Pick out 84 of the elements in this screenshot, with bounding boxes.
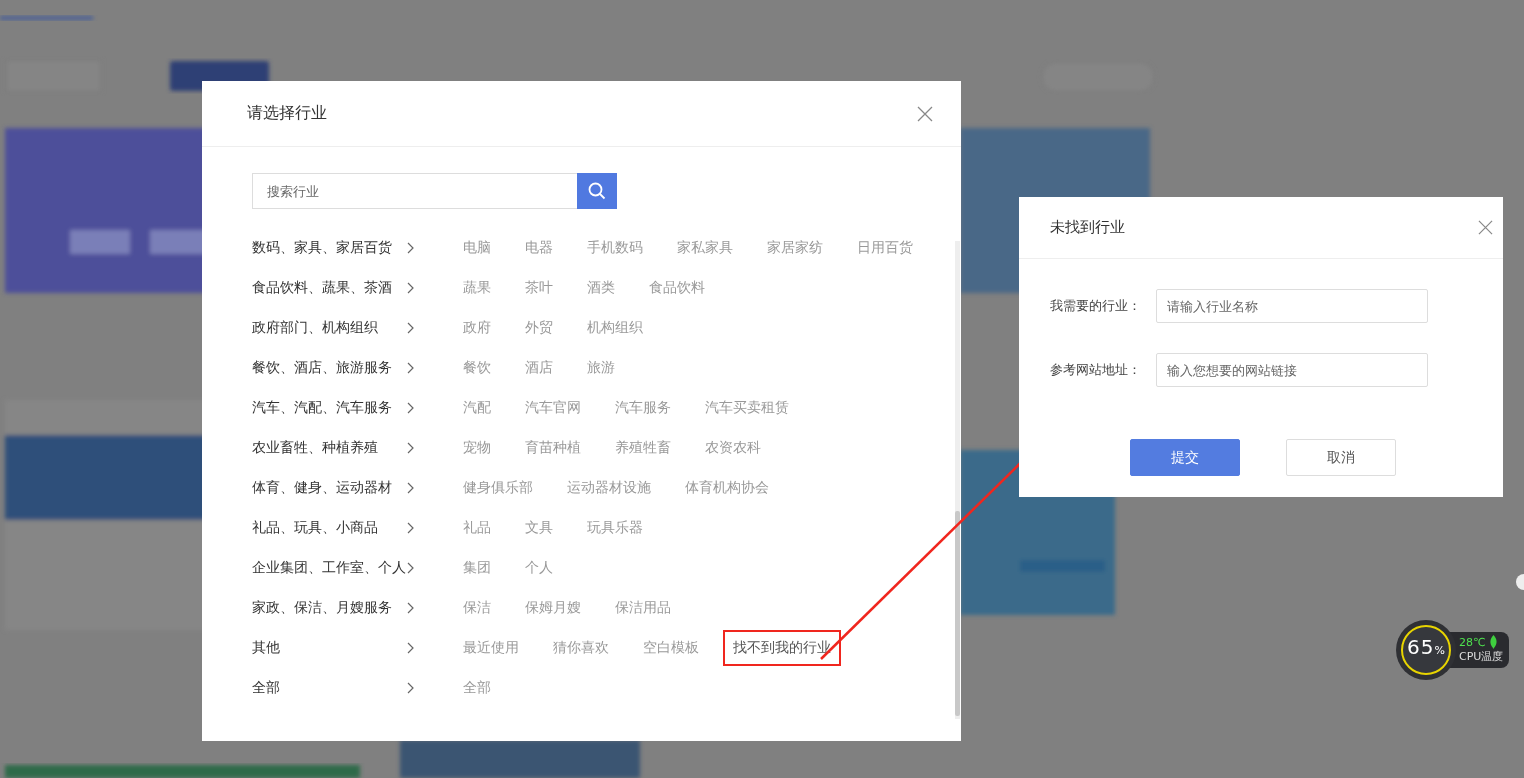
- usage-unit: %: [1434, 644, 1445, 657]
- close-icon[interactable]: [917, 105, 933, 122]
- industry-item[interactable]: 汽车服务: [605, 390, 681, 426]
- cancel-button[interactable]: 取消: [1286, 439, 1396, 476]
- chevron-icon: [407, 642, 414, 654]
- industry-item[interactable]: 酒店: [515, 350, 563, 386]
- search-button[interactable]: [577, 173, 617, 209]
- temperature-value: 28℃: [1459, 635, 1486, 649]
- industry-item[interactable]: 日用百货: [847, 230, 923, 266]
- submit-button[interactable]: 提交: [1130, 439, 1240, 476]
- industry-item[interactable]: 酒类: [577, 270, 625, 306]
- industry-item[interactable]: 养殖牲畜: [605, 430, 681, 466]
- temperature-caption: CPU温度: [1459, 649, 1504, 664]
- chevron-icon: [407, 402, 414, 414]
- industry-item[interactable]: 手机数码: [577, 230, 653, 266]
- field-label: 参考网站地址：: [1050, 361, 1142, 379]
- industry-item[interactable]: 电器: [515, 230, 563, 266]
- category-item[interactable]: 全部: [252, 679, 407, 697]
- industry-item[interactable]: 机构组织: [577, 310, 653, 346]
- industry-item[interactable]: 集团: [453, 550, 501, 586]
- industry-item[interactable]: 食品饮料: [639, 270, 715, 306]
- industry-item[interactable]: 餐饮: [453, 350, 501, 386]
- industry-item[interactable]: 猜你喜欢: [543, 630, 619, 666]
- modal-title: 请选择行业: [247, 103, 327, 124]
- chevron-icon: [407, 682, 414, 694]
- close-icon[interactable]: [1478, 220, 1493, 235]
- industry-item[interactable]: 旅游: [577, 350, 625, 386]
- chevron-icon: [407, 282, 414, 294]
- industry-item[interactable]: 家居家纺: [757, 230, 833, 266]
- scrollbar-thumb[interactable]: [955, 511, 960, 716]
- chevron-icon: [407, 602, 414, 614]
- industry-item[interactable]: 育苗种植: [515, 430, 591, 466]
- industry-item[interactable]: 最近使用: [453, 630, 529, 666]
- industry-item[interactable]: 汽车买卖租赁: [695, 390, 799, 426]
- category-item[interactable]: 企业集团、工作室、个人: [252, 559, 407, 577]
- industry-item[interactable]: 空白模板: [633, 630, 709, 666]
- category-item[interactable]: 数码、家具、家居百货: [252, 239, 407, 257]
- industry-item[interactable]: 政府: [453, 310, 501, 346]
- chevron-icon: [407, 362, 414, 374]
- search-field[interactable]: 搜索行业: [252, 173, 577, 209]
- industry-item[interactable]: 体育机构协会: [675, 470, 779, 506]
- industry-item[interactable]: 茶叶: [515, 270, 563, 306]
- input-field[interactable]: 请输入行业名称: [1156, 289, 1428, 323]
- industry-item[interactable]: 汽车官网: [515, 390, 591, 426]
- category-item[interactable]: 农业畜牲、种植养殖: [252, 439, 407, 457]
- chevron-icon: [407, 442, 414, 454]
- chevron-icon: [407, 242, 414, 254]
- industry-item[interactable]: 保洁: [453, 590, 501, 626]
- industry-item[interactable]: 家私家具: [667, 230, 743, 266]
- industry-item[interactable]: 全部: [453, 670, 501, 706]
- category-item[interactable]: 体育、健身、运动器材: [252, 479, 407, 497]
- category-item[interactable]: 其他: [252, 639, 407, 657]
- chevron-icon: [407, 562, 414, 574]
- industry-item[interactable]: 保姆月嫂: [515, 590, 591, 626]
- chevron-icon: [407, 322, 414, 334]
- industry-item[interactable]: 运动器材设施: [557, 470, 661, 506]
- search-icon: [588, 182, 606, 200]
- industry-item[interactable]: 玩具乐器: [577, 510, 653, 546]
- industry-item[interactable]: 电脑: [453, 230, 501, 266]
- category-item[interactable]: 汽车、汽配、汽车服务: [252, 399, 407, 417]
- chevron-icon: [407, 482, 414, 494]
- side-handle[interactable]: [1516, 574, 1524, 590]
- category-item[interactable]: 食品饮料、蔬果、茶酒: [252, 279, 407, 297]
- industry-item[interactable]: 个人: [515, 550, 563, 586]
- dialog-title: 未找到行业: [1050, 218, 1125, 237]
- industry-item[interactable]: 保洁用品: [605, 590, 681, 626]
- industry-item[interactable]: 汽配: [453, 390, 501, 426]
- industry-item[interactable]: 找不到我的行业: [723, 630, 841, 666]
- industry-item[interactable]: 文具: [515, 510, 563, 546]
- category-item[interactable]: 礼品、玩具、小商品: [252, 519, 407, 537]
- category-item[interactable]: 家政、保洁、月嫂服务: [252, 599, 407, 617]
- industry-item[interactable]: 礼品: [453, 510, 501, 546]
- industry-item[interactable]: 外贸: [515, 310, 563, 346]
- industry-item[interactable]: 农资农科: [695, 430, 771, 466]
- category-item[interactable]: 餐饮、酒店、旅游服务: [252, 359, 407, 377]
- chevron-icon: [407, 522, 414, 534]
- usage-value: 65: [1407, 635, 1435, 659]
- industry-item[interactable]: 健身俱乐部: [453, 470, 543, 506]
- industry-item[interactable]: 宠物: [453, 430, 501, 466]
- leaf-icon: [1489, 635, 1499, 649]
- category-item[interactable]: 政府部门、机构组织: [252, 319, 407, 337]
- field-label: 我需要的行业：: [1050, 297, 1142, 315]
- industry-item[interactable]: 蔬果: [453, 270, 501, 306]
- input-field[interactable]: 输入您想要的网站链接: [1156, 353, 1428, 387]
